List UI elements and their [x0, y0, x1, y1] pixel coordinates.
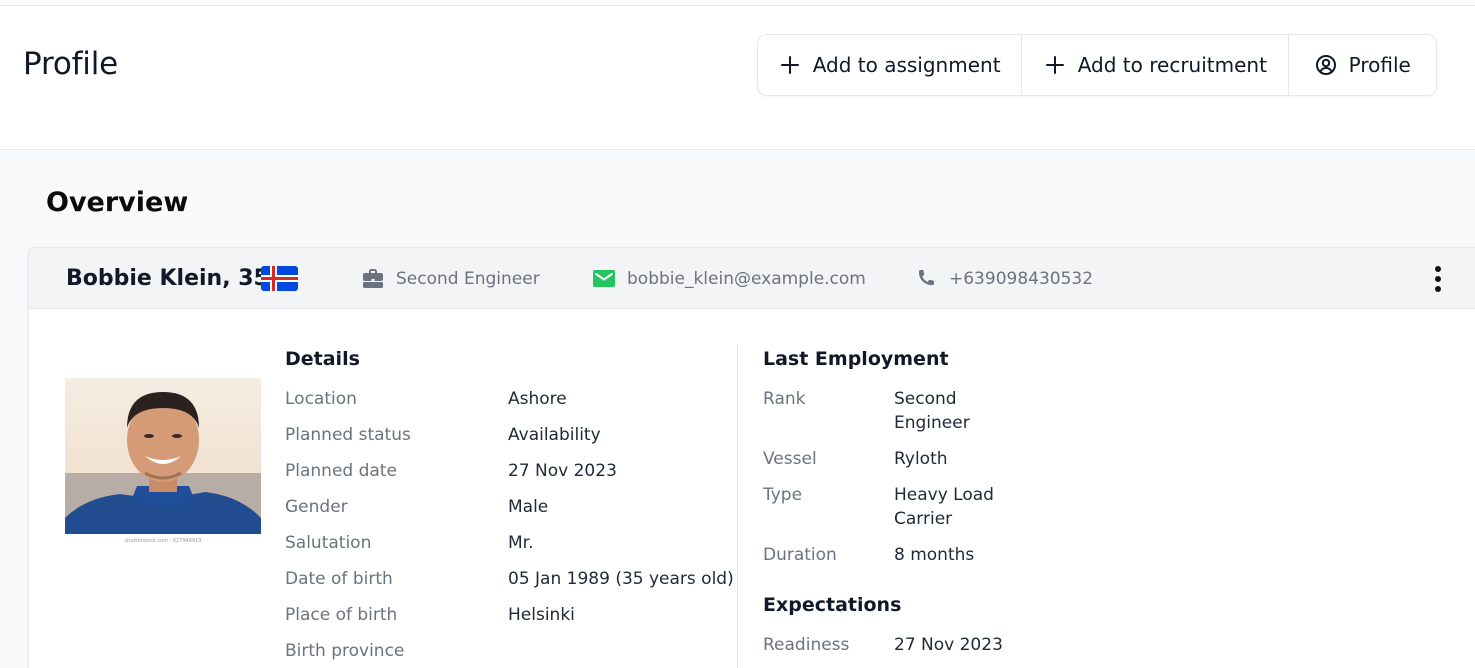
expectations-label: Readiness — [763, 635, 850, 655]
photo-caption: shutterstock.com · 627946913 — [124, 538, 202, 544]
detail-value: Male — [508, 497, 549, 517]
details-title: Details — [285, 348, 360, 370]
add-to-recruitment-button[interactable]: Add to recruitment — [1022, 35, 1290, 95]
employment-label: Type — [763, 485, 803, 505]
employment-value: Ryloth — [894, 449, 948, 469]
phone-text: +639098430532 — [949, 268, 1094, 289]
detail-label: Date of birth — [285, 569, 393, 589]
plus-icon — [1044, 54, 1066, 76]
more-options-button[interactable] — [1427, 264, 1449, 294]
detail-label: Salutation — [285, 533, 372, 553]
email-link[interactable]: bobbie_klein@example.com — [627, 269, 866, 289]
kebab-dot — [1435, 276, 1441, 282]
profile-card: Bobbie Klein, 35 Second Engineer bobbie_… — [28, 247, 1475, 668]
last-employment-title: Last Employment — [763, 348, 949, 370]
detail-value: 27 Nov 2023 — [508, 461, 617, 481]
phone-info: +639098430532 — [915, 248, 1093, 309]
kebab-dot — [1435, 266, 1441, 272]
profile-button[interactable]: Profile — [1289, 35, 1436, 95]
detail-label: Planned date — [285, 461, 397, 481]
detail-value: Availability — [508, 425, 601, 445]
column-divider — [737, 344, 738, 668]
profile-label: Profile — [1348, 53, 1411, 77]
overview-title: Overview — [46, 187, 189, 218]
expectations-value: 27 Nov 2023 — [894, 635, 1003, 655]
profile-card-header: Bobbie Klein, 35 Second Engineer bobbie_… — [29, 248, 1475, 309]
rank-info: Second Engineer — [362, 248, 540, 309]
envelope-icon — [593, 268, 615, 290]
employment-label: Duration — [763, 545, 837, 565]
expectations-title: Expectations — [763, 594, 902, 616]
profile-photo — [65, 378, 261, 534]
add-to-assignment-button[interactable]: Add to assignment — [758, 35, 1023, 95]
detail-label: Gender — [285, 497, 348, 517]
add-to-assignment-label: Add to assignment — [812, 53, 1001, 77]
detail-label: Birth province — [285, 641, 405, 661]
employment-label: Vessel — [763, 449, 817, 469]
phone-icon — [915, 268, 937, 290]
detail-value: Ashore — [508, 389, 567, 409]
kebab-dot — [1435, 286, 1441, 292]
iceland-flag-icon — [261, 266, 298, 291]
page-header: Profile Add to assignment Add to recruit… — [0, 6, 1475, 150]
detail-value: Helsinki — [508, 605, 575, 625]
briefcase-icon — [362, 268, 384, 290]
detail-value: 05 Jan 1989 (35 years old) — [508, 569, 734, 589]
employment-value: Heavy Load Carrier — [894, 485, 994, 529]
detail-value: Mr. — [508, 533, 534, 553]
detail-label: Location — [285, 389, 357, 409]
employment-value: 8 months — [894, 545, 975, 565]
header-actions: Add to assignment Add to recruitment Pro… — [757, 34, 1437, 96]
page-title: Profile — [23, 46, 118, 82]
person-name: Bobbie Klein, 35 — [66, 266, 269, 291]
plus-icon — [779, 54, 801, 76]
email-info: bobbie_klein@example.com — [593, 248, 866, 309]
detail-label: Place of birth — [285, 605, 398, 625]
user-circle-icon — [1315, 54, 1337, 76]
detail-label: Planned status — [285, 425, 411, 445]
add-to-recruitment-label: Add to recruitment — [1077, 53, 1267, 77]
main-content: Overview Bobbie Klein, 35 Second Enginee… — [0, 151, 1475, 668]
employment-value: Second Engineer — [894, 389, 970, 433]
rank-text: Second Engineer — [396, 268, 540, 289]
employment-label: Rank — [763, 389, 806, 409]
